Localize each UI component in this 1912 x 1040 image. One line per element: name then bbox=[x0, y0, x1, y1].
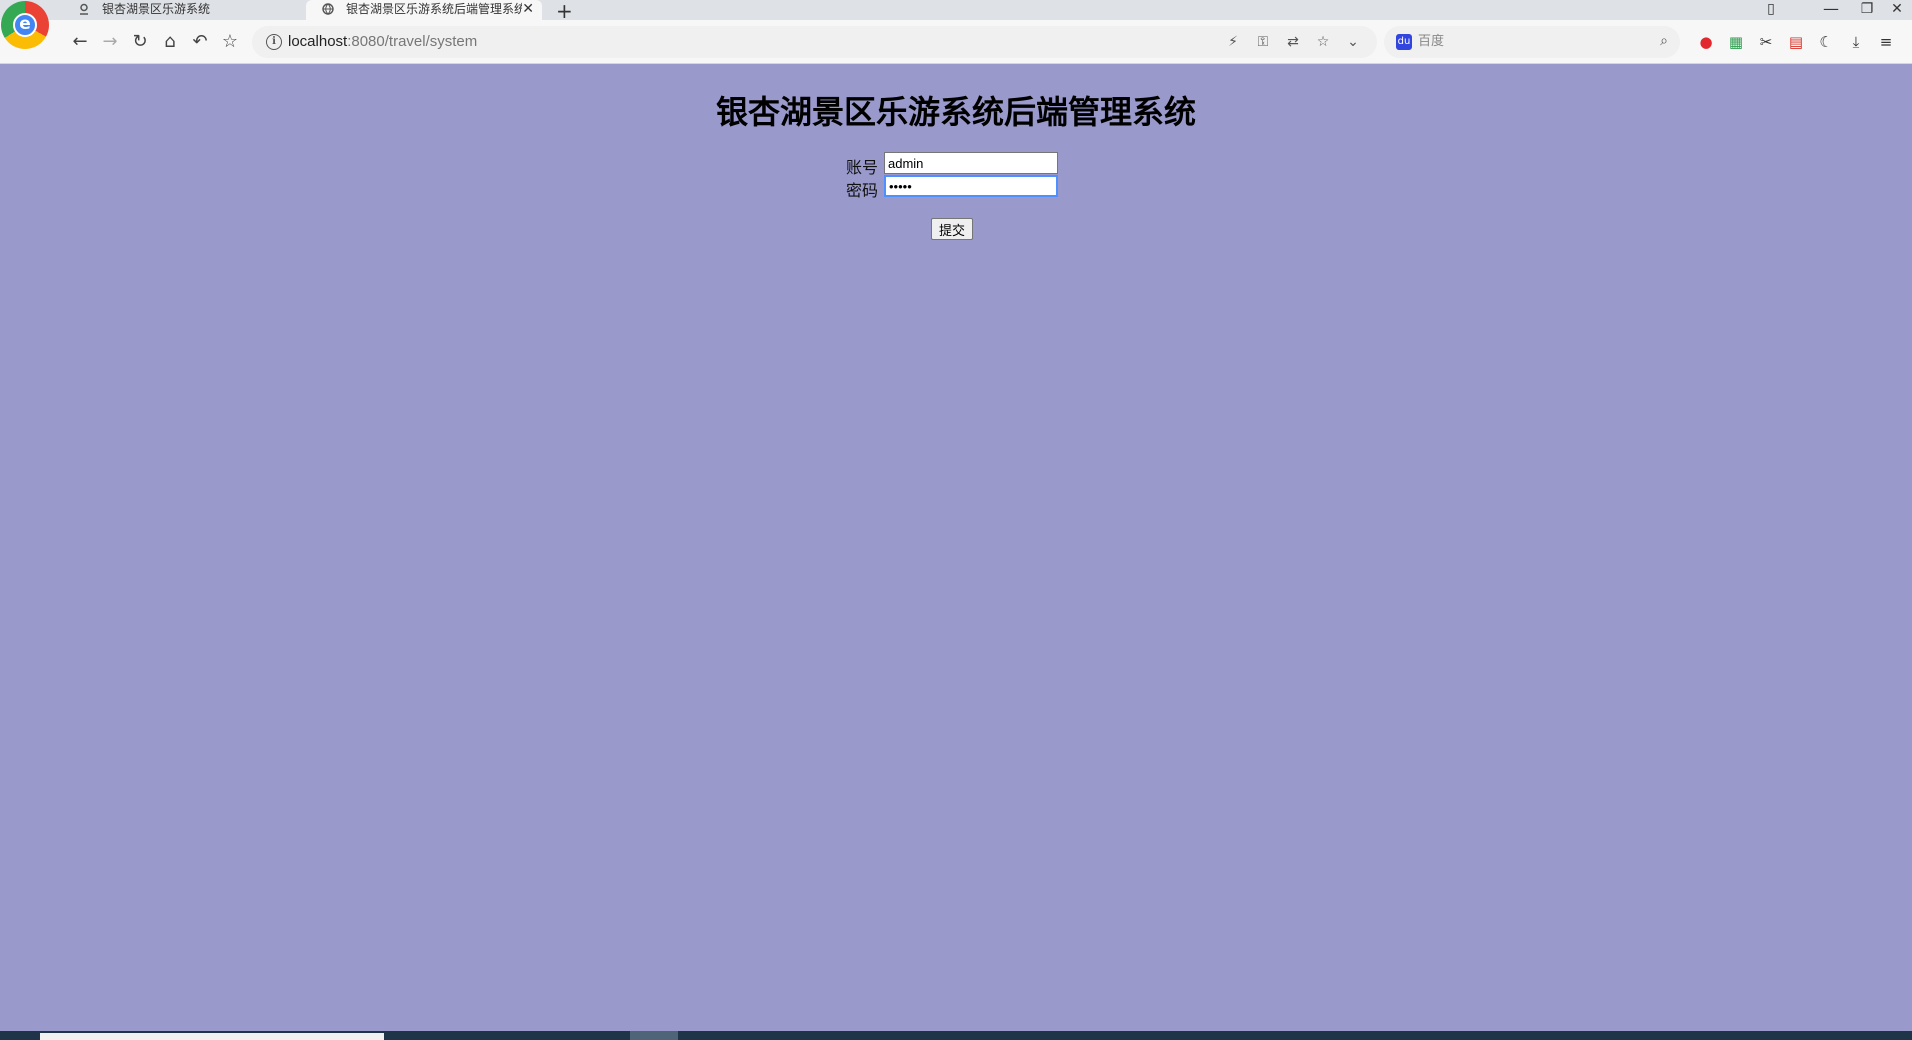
scissors-icon[interactable]: ✂ bbox=[1756, 32, 1776, 52]
weibo-icon[interactable]: ● bbox=[1696, 32, 1716, 52]
key-icon[interactable]: ⚿ bbox=[1254, 33, 1272, 51]
location-pin-icon bbox=[80, 3, 88, 15]
globe-icon bbox=[322, 3, 334, 15]
page-content: 银杏湖景区乐游系统后端管理系统 账号 密码 提交 bbox=[0, 65, 1912, 1031]
tab-admin-system[interactable]: 银杏湖景区乐游系统后端管理系统 ✕ bbox=[306, 0, 542, 20]
password-label: 密码 bbox=[846, 181, 879, 200]
back-icon[interactable]: ← bbox=[68, 30, 92, 54]
night-mode-icon[interactable]: ☾ bbox=[1816, 32, 1836, 52]
apps-grid-icon[interactable]: ▦ bbox=[1726, 32, 1746, 52]
browser-toolbar: ← → ↻ ⌂ ↶ ☆ i localhost:8080/travel/syst… bbox=[0, 20, 1912, 64]
lightning-icon[interactable]: ⚡ bbox=[1224, 33, 1242, 51]
url-text[interactable]: localhost:8080/travel/system bbox=[288, 26, 477, 58]
undo-close-icon[interactable]: ↶ bbox=[188, 30, 212, 54]
pdf-icon[interactable]: ▤ bbox=[1786, 32, 1806, 52]
url-rest: :8080/travel/system bbox=[347, 33, 478, 50]
tab-travel-system[interactable]: 银杏湖景区乐游系统 bbox=[62, 0, 302, 20]
account-label: 账号 bbox=[846, 158, 879, 177]
bookmark-star-icon[interactable]: ☆ bbox=[218, 30, 242, 54]
site-info-icon[interactable]: i bbox=[266, 34, 282, 50]
page-title: 银杏湖景区乐游系统后端管理系统 bbox=[715, 93, 1196, 131]
tab-strip: e 银杏湖景区乐游系统 银杏湖景区乐游系统后端管理系统 ✕ + ▯ — ❐ ✕ bbox=[0, 0, 1912, 49]
search-icon[interactable]: ⌕ bbox=[1660, 33, 1668, 49]
chevron-down-icon[interactable]: ⌄ bbox=[1344, 33, 1362, 51]
taskbar-search[interactable] bbox=[40, 1033, 384, 1040]
address-bar[interactable]: i localhost:8080/travel/system ⚡ ⚿ ⇄ ☆ ⌄ bbox=[252, 26, 1377, 58]
search-box[interactable]: du 百度 ⌕ bbox=[1384, 26, 1680, 58]
tablet-mode-icon[interactable]: ▯ bbox=[1756, 0, 1786, 18]
minimize-icon[interactable]: — bbox=[1816, 0, 1846, 18]
tab-title: 银杏湖景区乐游系统 bbox=[102, 2, 211, 16]
menu-icon[interactable]: ≡ bbox=[1876, 32, 1896, 52]
taskbar bbox=[0, 1031, 1912, 1040]
tab-title: 银杏湖景区乐游系统后端管理系统 bbox=[346, 2, 522, 16]
baidu-icon: du bbox=[1396, 34, 1412, 50]
taskbar-active-app[interactable] bbox=[630, 1031, 678, 1040]
browser-logo-icon[interactable]: e bbox=[1, 1, 49, 49]
restore-icon[interactable]: ❐ bbox=[1852, 0, 1882, 18]
download-icon[interactable]: ⤓ bbox=[1846, 32, 1866, 52]
account-input[interactable] bbox=[884, 152, 1058, 174]
translate-icon[interactable]: ⇄ bbox=[1284, 33, 1302, 51]
tab-close-icon[interactable]: ✕ bbox=[522, 0, 534, 19]
forward-icon[interactable]: → bbox=[98, 30, 122, 54]
submit-button[interactable]: 提交 bbox=[931, 218, 973, 240]
url-host: localhost bbox=[288, 33, 348, 50]
home-icon[interactable]: ⌂ bbox=[158, 30, 182, 54]
search-placeholder: 百度 bbox=[1418, 34, 1445, 49]
close-window-icon[interactable]: ✕ bbox=[1882, 0, 1912, 18]
password-input[interactable] bbox=[884, 175, 1058, 197]
favorite-star-icon[interactable]: ☆ bbox=[1314, 33, 1332, 51]
reload-icon[interactable]: ↻ bbox=[128, 30, 152, 54]
